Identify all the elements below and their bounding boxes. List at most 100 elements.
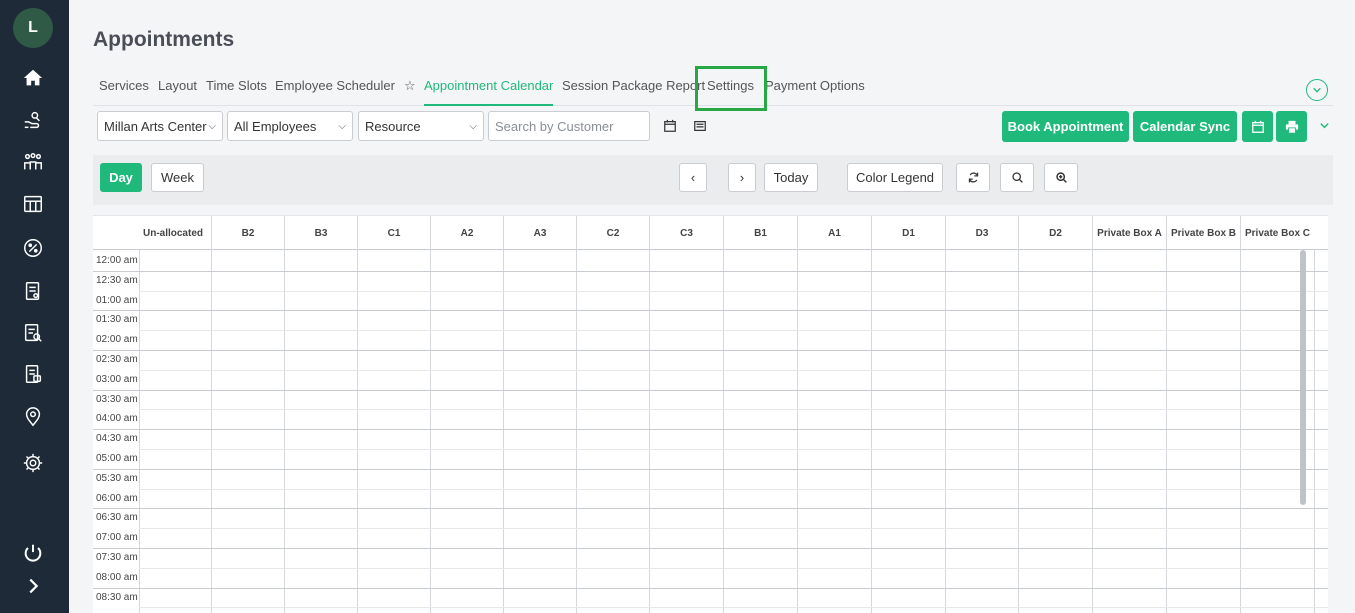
today-button[interactable]: Today: [764, 163, 818, 192]
day-view-button[interactable]: Day: [100, 163, 142, 192]
grid-line: [1166, 250, 1167, 613]
search-customer-input[interactable]: [488, 111, 650, 141]
time-slot-label: 01:30 am: [96, 314, 138, 326]
grid-line: [139, 607, 1328, 609]
tab-layout[interactable]: Layout: [158, 78, 197, 93]
grid-line: [503, 250, 504, 613]
grid-line: [93, 587, 1328, 589]
store-icon[interactable]: [18, 189, 48, 219]
calendar-sync-button[interactable]: Calendar Sync: [1133, 111, 1237, 142]
list-view-icon[interactable]: [685, 111, 715, 141]
avatar[interactable]: L: [13, 8, 53, 48]
expand-sidebar-icon[interactable]: [18, 571, 48, 601]
time-slot-label: 08:00 am: [96, 571, 138, 583]
grid-line: [139, 449, 1328, 450]
grid-line: [139, 250, 140, 613]
collapse-circle-icon[interactable]: [1306, 79, 1328, 101]
chevron-down-icon: ⌵: [469, 120, 477, 132]
zoom-out-icon: [1011, 172, 1023, 183]
power-icon[interactable]: [18, 538, 48, 568]
time-slot-label: 04:00 am: [96, 413, 138, 425]
column-header: B3: [284, 216, 357, 250]
print-button[interactable]: [1276, 111, 1307, 142]
grid-line: [93, 389, 1328, 391]
grid-line: [139, 330, 1328, 332]
column-header: B1: [723, 216, 797, 250]
location-select-value: Millan Arts Center: [104, 118, 207, 134]
page-title: Appointments: [93, 28, 235, 51]
grid-line: [93, 548, 1328, 549]
column-header: C1: [357, 216, 430, 250]
column-header: B2: [211, 216, 284, 250]
grid-line: [139, 528, 1328, 530]
calendar-grid: Un-allocated B2 B3 C1 A2 A3 C2 C3 B1 A1 D1 D3 D2 Priv…: [93, 215, 1328, 613]
tab-payment-options[interactable]: Payment Options: [765, 78, 865, 93]
column-header: A2: [430, 216, 503, 250]
time-slot-label: 12:30 am: [96, 274, 138, 286]
chevron-down-icon[interactable]: [1315, 116, 1333, 134]
column-header: Private Box A: [1092, 216, 1166, 250]
week-view-button[interactable]: Week: [151, 163, 204, 192]
refresh-icon: [968, 172, 978, 183]
discount-icon[interactable]: [18, 233, 48, 263]
refresh-button[interactable]: [956, 163, 990, 192]
time-slot-label: 04:30 am: [96, 433, 138, 445]
grid-line: [139, 369, 1328, 371]
tab-appointment-calendar[interactable]: Appointment Calendar: [424, 78, 554, 106]
gear-icon[interactable]: [18, 448, 48, 478]
tab-time-slots[interactable]: Time Slots: [206, 78, 267, 93]
next-button[interactable]: ›: [728, 163, 756, 192]
services-hand-icon[interactable]: [18, 105, 48, 135]
book-appointment-button[interactable]: Book Appointment: [1002, 111, 1129, 142]
time-slot-label: 07:30 am: [96, 552, 138, 563]
grid-line: [93, 310, 1328, 312]
employees-select[interactable]: All Employees ⌵: [227, 111, 353, 141]
grid-line: [139, 567, 1328, 569]
grid-line: [139, 409, 1328, 411]
zoom-out-button[interactable]: [1000, 163, 1034, 192]
employees-icon[interactable]: [18, 147, 48, 177]
grid-line: [93, 429, 1328, 431]
printer-icon: [1285, 120, 1298, 134]
column-header: D1: [871, 216, 945, 250]
column-header: D3: [945, 216, 1018, 250]
column-header: Private Box C: [1240, 216, 1314, 250]
grid-line: [723, 250, 724, 613]
tab-session-package-report[interactable]: Session Package Report: [562, 78, 705, 93]
grid-line: [211, 250, 212, 613]
grid-line: [576, 250, 577, 613]
location-icon[interactable]: [18, 402, 48, 432]
column-header: C3: [649, 216, 723, 250]
star-icon[interactable]: ☆: [404, 78, 416, 94]
zoom-in-button[interactable]: [1044, 163, 1078, 192]
location-select[interactable]: Millan Arts Center ⌵: [97, 111, 223, 141]
grid-line: [93, 468, 1328, 470]
tab-settings[interactable]: Settings: [707, 78, 754, 93]
document-icon[interactable]: [18, 276, 48, 306]
resource-select[interactable]: Resource ⌵: [358, 111, 484, 141]
vertical-scrollbar[interactable]: [1300, 250, 1306, 505]
column-header: A3: [503, 216, 576, 250]
column-header: C2: [576, 216, 649, 250]
color-legend-button[interactable]: Color Legend: [847, 163, 943, 192]
receipt-icon[interactable]: [18, 359, 48, 389]
tab-bar: Services Layout Time Slots Employee Sche…: [93, 66, 1333, 106]
grid-line: [649, 250, 650, 613]
calendar-button[interactable]: [1242, 111, 1273, 142]
grid-line: [430, 250, 431, 613]
time-slot-label: 02:30 am: [96, 354, 138, 365]
time-slot-label: 02:00 am: [96, 334, 138, 346]
time-slot-label: 08:30 am: [96, 591, 138, 603]
column-header: Un-allocated: [142, 227, 203, 239]
report-icon[interactable]: [18, 318, 48, 348]
employees-select-value: All Employees: [234, 118, 317, 134]
tab-services[interactable]: Services: [99, 78, 149, 93]
home-icon[interactable]: [18, 63, 48, 93]
grid-line: [1240, 250, 1241, 613]
prev-button[interactable]: ‹: [679, 163, 707, 192]
grid-line: [93, 350, 1328, 351]
grid-line: [797, 250, 798, 613]
calendar-view-icon[interactable]: [655, 111, 685, 141]
tab-employee-scheduler[interactable]: Employee Scheduler: [275, 78, 395, 93]
grid-line: [357, 250, 358, 613]
